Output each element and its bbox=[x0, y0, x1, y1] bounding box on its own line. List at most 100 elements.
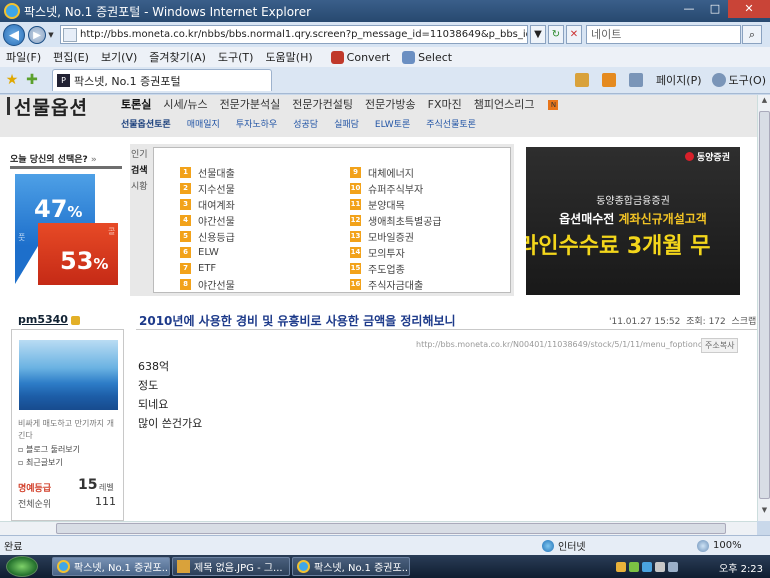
convert-label: Convert bbox=[346, 50, 391, 64]
start-button[interactable] bbox=[6, 556, 38, 577]
menu-edit[interactable]: 편집(E) bbox=[47, 49, 95, 65]
stop-icon[interactable]: ✕ bbox=[566, 25, 582, 44]
horizontal-scroll-thumb[interactable] bbox=[56, 523, 726, 534]
keyword-item[interactable]: 10 슈퍼주식부자 bbox=[350, 180, 442, 196]
vertical-scroll-thumb[interactable] bbox=[759, 111, 770, 499]
ad-headline-c: 고객 bbox=[684, 212, 707, 226]
vertical-scrollbar[interactable]: ▲ ▼ bbox=[757, 95, 770, 521]
copy-url-button[interactable]: 주소복사 bbox=[701, 338, 739, 353]
close-button[interactable]: ✕ bbox=[728, 0, 770, 18]
menu-help[interactable]: 도움말(H) bbox=[259, 49, 318, 65]
tray-icon[interactable] bbox=[629, 561, 639, 572]
taskbar-item-ie-1[interactable]: 팍스넷, No.1 증권포... bbox=[52, 557, 170, 576]
keyword-item[interactable]: 15 주도업종 bbox=[350, 260, 442, 276]
gear-icon bbox=[711, 73, 726, 87]
recent-posts-link[interactable]: 최근글보기 bbox=[18, 457, 63, 468]
keyword-item[interactable]: 14 모의투자 bbox=[350, 244, 442, 260]
keyword-item[interactable]: 12 생애최초특별공급 bbox=[350, 212, 442, 228]
keyword-item[interactable]: 1 선물대출 bbox=[180, 164, 235, 180]
views-label: 조회: bbox=[686, 317, 706, 327]
taskbar-item-paint[interactable]: 제목 없음.JPG - 그... bbox=[172, 557, 290, 576]
menu-file[interactable]: 파일(F) bbox=[0, 49, 47, 65]
tab-row: ★ ✚ P 팍스넷, No.1 증권포털 페이지(P) 도구(O) bbox=[0, 67, 770, 94]
scroll-up-icon[interactable]: ▲ bbox=[759, 96, 770, 110]
network-icon[interactable] bbox=[655, 561, 665, 572]
tray-icon[interactable] bbox=[616, 561, 626, 572]
security-zone[interactable]: 인터넷 bbox=[542, 538, 586, 553]
subnav-failure[interactable]: 실패담 bbox=[334, 117, 359, 130]
convert-button[interactable]: Convert bbox=[330, 50, 391, 64]
poll-put-value: 47 bbox=[34, 195, 68, 223]
keyword-item[interactable]: 6 ELW bbox=[180, 244, 235, 260]
clock[interactable]: 오후 2:23 bbox=[719, 560, 763, 575]
print-button[interactable] bbox=[628, 73, 646, 87]
page-menu[interactable]: 페이지(P) bbox=[656, 72, 702, 88]
add-favorite-icon[interactable]: ✚ bbox=[24, 72, 40, 88]
poll-more-icon[interactable]: » bbox=[91, 155, 97, 165]
keyword-item[interactable]: 2 지수선물 bbox=[180, 180, 235, 196]
search-input[interactable]: 네이트 bbox=[586, 25, 741, 44]
address-input[interactable]: http://bbs.moneta.co.kr/nbbs/bbs.normal1… bbox=[60, 25, 528, 44]
keyword-item[interactable]: 3 대여계좌 bbox=[180, 196, 235, 212]
select-button[interactable]: Select bbox=[402, 50, 452, 64]
keyword-item[interactable]: 8 야간선물 bbox=[180, 276, 235, 292]
refresh-icon[interactable]: ↻ bbox=[548, 25, 564, 44]
blog-link[interactable]: 블로그 둘러보기 bbox=[18, 444, 80, 455]
keyword-item[interactable]: 13 모바일증권 bbox=[350, 228, 442, 244]
favorites-star-icon[interactable]: ★ bbox=[4, 72, 20, 88]
address-dropdown-icon[interactable]: ▼ bbox=[530, 25, 546, 44]
tray-icon[interactable] bbox=[642, 561, 652, 572]
page-menu-label: 페이지(P) bbox=[655, 74, 702, 87]
subnav-elw[interactable]: ELW토론 bbox=[375, 117, 410, 130]
menu-view[interactable]: 보기(V) bbox=[95, 49, 143, 65]
volume-icon[interactable] bbox=[668, 561, 678, 572]
tab-search[interactable]: 검색 bbox=[131, 163, 151, 179]
nav-expert-broadcast[interactable]: 전문가방송 bbox=[365, 96, 416, 112]
nav-discussion[interactable]: 토론실 bbox=[121, 96, 151, 112]
minimize-button[interactable]: — bbox=[676, 0, 702, 18]
browser-tab[interactable]: P 팍스넷, No.1 증권포털 bbox=[52, 69, 272, 91]
menu-tools[interactable]: 도구(T) bbox=[212, 49, 260, 65]
home-button[interactable] bbox=[574, 73, 592, 87]
subnav-futures-discussion[interactable]: 선물옵션토론 bbox=[121, 117, 171, 130]
nav-quotes-news[interactable]: 시세/뉴스 bbox=[163, 96, 207, 112]
keyword-text: 신용등급 bbox=[198, 232, 235, 244]
keyword-text: 선물대출 bbox=[198, 168, 235, 180]
subnav-know-how[interactable]: 투자노하우 bbox=[236, 117, 277, 130]
back-button[interactable]: ◀ bbox=[3, 23, 25, 46]
keyword-text: 지수선물 bbox=[198, 184, 235, 196]
poll-call-sign: % bbox=[93, 255, 109, 273]
subnav-stock-futures[interactable]: 주식선물토론 bbox=[426, 117, 476, 130]
keyword-item[interactable]: 5 신용등급 bbox=[180, 228, 235, 244]
nav-fx-margin[interactable]: FX마진 bbox=[428, 96, 462, 112]
tab-popular[interactable]: 인기 bbox=[131, 147, 151, 163]
feeds-button[interactable] bbox=[601, 73, 619, 87]
keyword-item[interactable]: 7 ETF bbox=[180, 260, 235, 276]
subnav-trading-journal[interactable]: 매매일지 bbox=[187, 117, 220, 130]
nav-champions-league[interactable]: 챔피언스리그 N bbox=[474, 96, 571, 112]
post-line: 정도 bbox=[138, 379, 159, 392]
keyword-item[interactable]: 9 대체에너지 bbox=[350, 164, 442, 180]
keyword-text: ELW bbox=[198, 246, 219, 258]
section-logo[interactable]: 선물옵션 bbox=[14, 95, 88, 120]
keyword-item[interactable]: 4 야간선물 bbox=[180, 212, 235, 228]
maximize-button[interactable]: □ bbox=[702, 0, 728, 18]
subnav-success[interactable]: 성공담 bbox=[293, 117, 318, 130]
search-icon[interactable]: ⌕ bbox=[742, 25, 762, 44]
keyword-item[interactable]: 11 분양대목 bbox=[350, 196, 442, 212]
keyword-item[interactable]: 16 주식자금대출 bbox=[350, 276, 442, 292]
author-name[interactable]: pm5340 bbox=[18, 313, 80, 326]
scroll-down-icon[interactable]: ▼ bbox=[759, 506, 770, 520]
nav-expert-consulting[interactable]: 전문가컨설팅 bbox=[292, 96, 353, 112]
nav-expert-analysis[interactable]: 전문가분석실 bbox=[220, 96, 281, 112]
menu-favorites[interactable]: 즐겨찾기(A) bbox=[143, 49, 212, 65]
forward-button[interactable]: ▶ bbox=[28, 25, 46, 44]
zoom-control[interactable]: 100% bbox=[697, 539, 742, 552]
ad-banner[interactable]: 동양증권 동양종합금융증권 옵션매수전 계좌신규개설고객 라인수수료 3개월 무 bbox=[526, 147, 740, 295]
tab-market[interactable]: 시황 bbox=[131, 179, 151, 195]
history-dropdown-icon[interactable]: ▼ bbox=[46, 31, 56, 39]
tools-menu[interactable]: 도구(O) bbox=[711, 72, 766, 88]
horizontal-scrollbar[interactable] bbox=[44, 521, 757, 535]
keyword-text: 주도업종 bbox=[368, 264, 405, 276]
taskbar-item-ie-2[interactable]: 팍스넷, No.1 증권포... bbox=[292, 557, 410, 576]
